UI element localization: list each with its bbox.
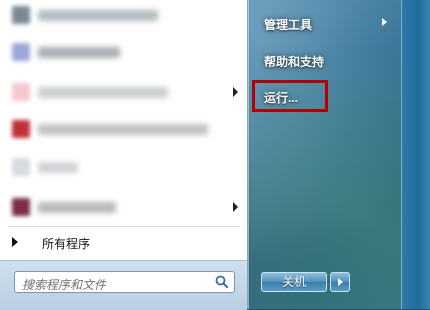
search-placeholder: 搜索程序和文件 [22,278,107,292]
glass-highlight [250,0,400,309]
program-item[interactable] [8,80,240,106]
submenu-arrow-icon [233,87,238,97]
program-item[interactable] [8,195,240,221]
program-item[interactable] [8,155,240,181]
program-item[interactable] [8,3,240,29]
program-icon [12,158,30,176]
program-item[interactable] [8,40,240,66]
program-icon [12,6,30,24]
submenu-arrow-icon [233,202,238,212]
all-programs-label: 所有程序 [42,237,91,251]
program-icon [12,43,30,61]
program-label-redacted [38,124,208,135]
program-label-redacted [38,87,168,98]
search-input[interactable]: 搜索程序和文件 [14,271,235,293]
shutdown-options-button[interactable] [330,272,350,292]
highlight-box [252,80,328,112]
program-icon [12,83,30,101]
program-label-redacted [38,10,158,21]
program-item[interactable] [8,117,240,143]
help-support-item[interactable]: 帮助和支持 [264,53,324,70]
desktop-edge [401,0,430,309]
expand-arrow-icon [12,237,18,247]
search-icon[interactable] [215,275,229,289]
program-icon [12,120,30,138]
program-label-redacted [38,202,116,213]
program-label-redacted [38,47,120,58]
search-area: 搜索程序和文件 [0,260,247,310]
divider [8,226,240,227]
shutdown-button[interactable]: 关机 [261,272,327,292]
program-label-redacted [38,162,78,173]
all-programs-button[interactable]: 所有程序 [8,232,240,254]
program-icon [12,198,30,216]
programs-pane: 所有程序 搜索程序和文件 [0,0,248,310]
submenu-arrow-icon [382,18,387,26]
admin-tools-item[interactable]: 管理工具 [264,16,312,33]
